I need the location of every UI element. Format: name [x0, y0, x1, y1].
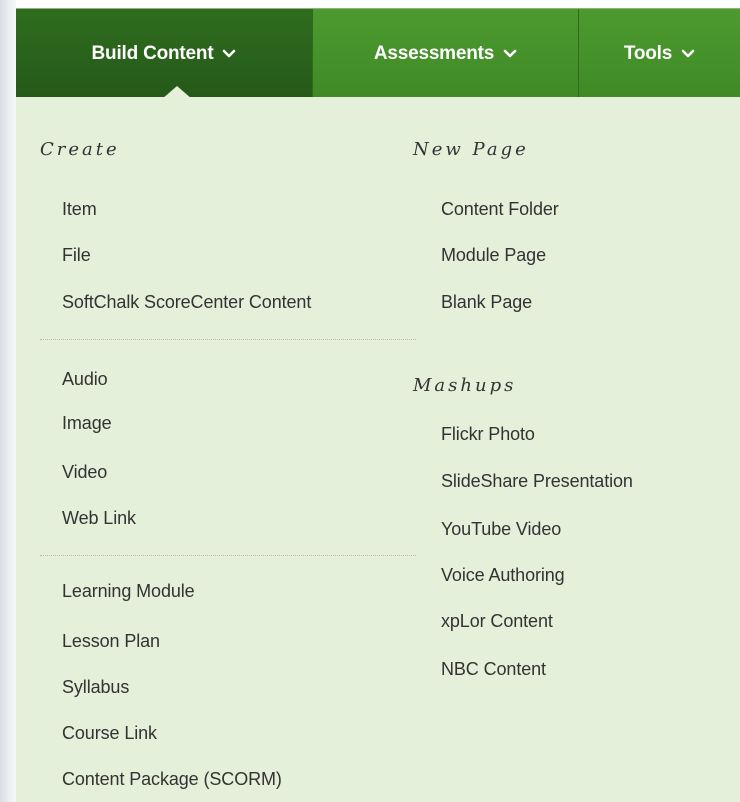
- menu-item-flickr-photo[interactable]: Flickr Photo: [441, 424, 535, 445]
- menu-item-slideshare[interactable]: SlideShare Presentation: [441, 471, 633, 492]
- menu-item-content-folder[interactable]: Content Folder: [441, 199, 559, 220]
- tab-label: Build Content: [91, 42, 214, 64]
- tab-tools[interactable]: Tools: [579, 9, 740, 98]
- menu-item-syllabus[interactable]: Syllabus: [62, 677, 129, 698]
- divider: [40, 555, 416, 556]
- menu-item-module-page[interactable]: Module Page: [441, 245, 546, 266]
- menu-item-lesson-plan[interactable]: Lesson Plan: [62, 631, 160, 652]
- menu-item-audio[interactable]: Audio: [62, 369, 108, 390]
- chevron-down-icon: [222, 49, 236, 59]
- menu-item-video[interactable]: Video: [62, 462, 107, 483]
- menu-item-content-package[interactable]: Content Package (SCORM): [62, 769, 282, 790]
- chevron-down-icon: [503, 49, 517, 59]
- menu-item-softchalk[interactable]: SoftChalk ScoreCenter Content: [62, 292, 311, 313]
- menu-item-youtube-video[interactable]: YouTube Video: [441, 519, 561, 540]
- menu-item-web-link[interactable]: Web Link: [62, 508, 136, 529]
- menu-item-course-link[interactable]: Course Link: [62, 723, 157, 744]
- tab-build-content[interactable]: Build Content: [16, 9, 313, 98]
- tab-label: Assessments: [373, 42, 495, 64]
- menu-item-voice-authoring[interactable]: Voice Authoring: [441, 565, 565, 586]
- tab-label: Tools: [623, 42, 673, 64]
- menu-item-image[interactable]: Image: [62, 413, 112, 434]
- menu-item-blank-page[interactable]: Blank Page: [441, 292, 532, 313]
- section-heading-new-page: New Page: [413, 139, 529, 160]
- section-heading-create: Create: [40, 139, 120, 160]
- course-menu-bar: Build Content Assessments Tools: [16, 8, 740, 99]
- chevron-down-icon: [681, 49, 695, 59]
- menu-item-nbc-content[interactable]: NBC Content: [441, 659, 546, 680]
- build-content-dropdown: Create Item File SoftChalk ScoreCenter C…: [16, 97, 740, 802]
- menu-item-file[interactable]: File: [62, 245, 91, 266]
- menu-item-item[interactable]: Item: [62, 199, 97, 220]
- section-heading-mashups: Mashups: [413, 375, 517, 396]
- tab-assessments[interactable]: Assessments: [313, 9, 579, 98]
- menu-item-learning-module[interactable]: Learning Module: [62, 581, 195, 602]
- page-edge: [0, 0, 16, 802]
- divider: [40, 339, 416, 340]
- menu-item-xplor-content[interactable]: xpLor Content: [441, 611, 553, 632]
